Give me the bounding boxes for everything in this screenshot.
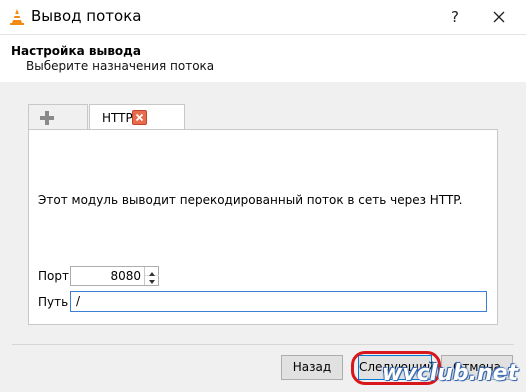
close-icon [493, 11, 505, 23]
path-input[interactable]: / [70, 291, 487, 312]
close-window-button[interactable] [484, 6, 514, 28]
port-value: 8080 [110, 269, 141, 283]
close-tab-icon[interactable] [132, 110, 147, 125]
help-button[interactable]: ? [440, 6, 470, 28]
plus-icon [40, 111, 54, 125]
chevron-down-icon [149, 280, 155, 284]
path-value: / [76, 294, 81, 308]
window-title: Вывод потока [31, 7, 142, 25]
port-spin-buttons [144, 267, 159, 285]
tab-http-label: HTTP [102, 111, 133, 125]
port-label: Порт [38, 269, 69, 283]
path-label: Путь [38, 295, 69, 309]
wizard-header: Настройка вывода Выберите назначения пот… [0, 34, 526, 82]
vlc-cone-icon [10, 9, 24, 25]
back-button[interactable]: Назад [281, 355, 343, 380]
title-bar: Вывод потока ? [0, 0, 526, 34]
add-destination-tab[interactable] [28, 104, 88, 130]
spin-down-button[interactable] [145, 276, 159, 285]
header-title: Настройка вывода [11, 44, 141, 58]
http-settings-panel: Этот модуль выводит перекодированный пот… [28, 129, 498, 325]
watermark: wvclub.net [382, 361, 519, 386]
port-spinbox[interactable]: 8080 [70, 266, 159, 286]
module-description: Этот модуль выводит перекодированный пот… [38, 193, 463, 207]
spin-up-button[interactable] [145, 267, 159, 276]
tab-http[interactable]: HTTP [89, 104, 185, 131]
header-subtitle: Выберите назначения потока [26, 59, 215, 73]
footer-divider [12, 344, 514, 345]
